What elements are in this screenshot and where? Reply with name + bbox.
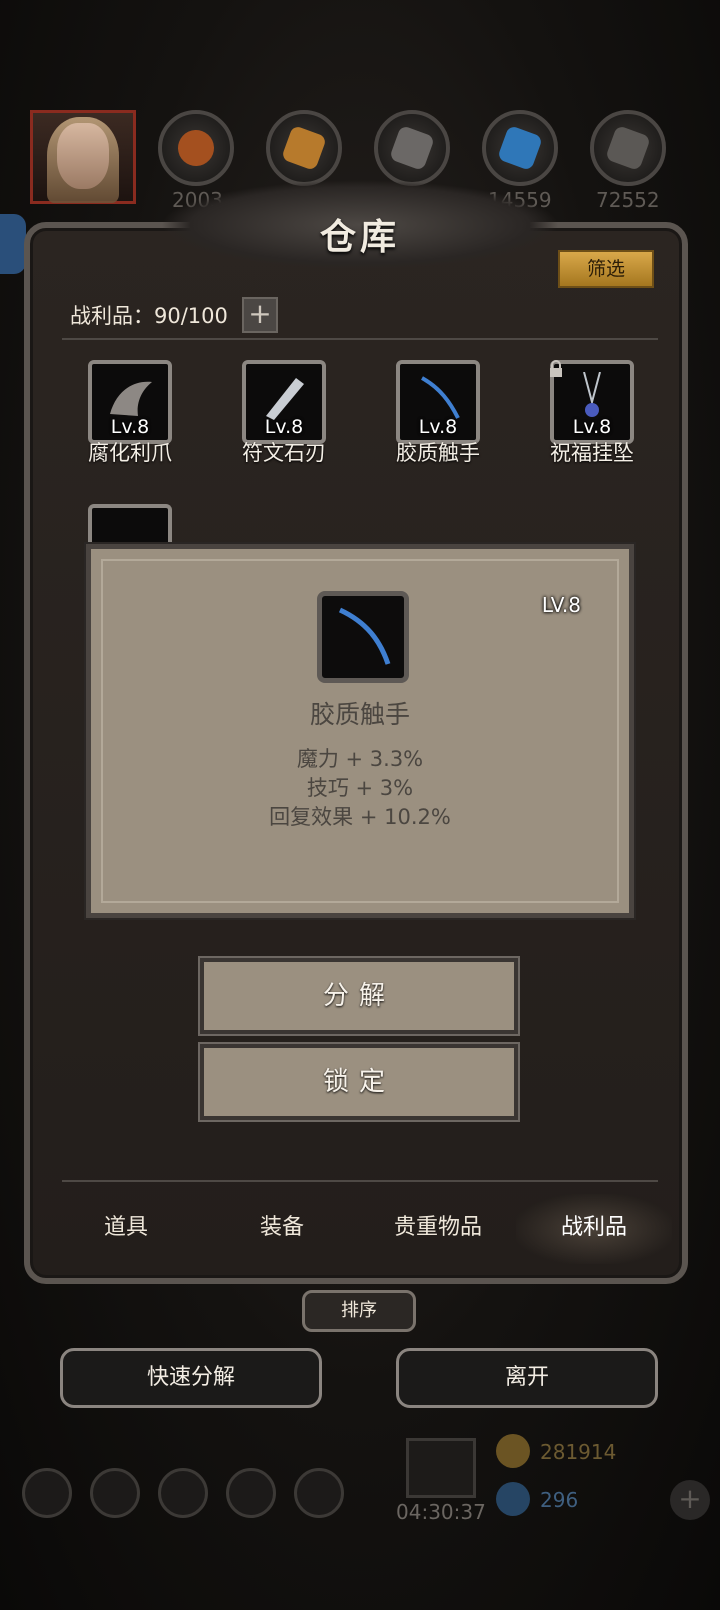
- expand-capacity-button[interactable]: +: [242, 297, 278, 333]
- leave-button[interactable]: 离开: [396, 1348, 658, 1408]
- item-name: 胶质触手: [396, 441, 480, 465]
- gem-amount: 296: [540, 1488, 579, 1512]
- resource-orb-2[interactable]: [266, 110, 342, 186]
- tab-items[interactable]: 道具: [48, 1194, 204, 1264]
- filter-button[interactable]: 筛选: [558, 250, 654, 288]
- detail-item-name: 胶质触手: [309, 700, 410, 729]
- resource-orb-5[interactable]: [590, 110, 666, 186]
- sort-button[interactable]: 排序: [302, 1290, 416, 1332]
- item-level: Lv.8: [110, 416, 150, 438]
- gem-icon: [496, 1482, 530, 1516]
- detail-stats: 魔力 + 3.3% 技巧 + 3% 回复效果 + 10.2%: [91, 745, 629, 832]
- decompose-button[interactable]: 分解: [198, 956, 520, 1036]
- item-slot[interactable]: Lv.8: [396, 360, 480, 444]
- tentacle-icon: [338, 607, 391, 665]
- item-slot-partial[interactable]: [88, 504, 172, 548]
- detail-item-icon: [317, 591, 409, 683]
- item-level: Lv.8: [264, 416, 304, 438]
- resource-orb-4[interactable]: [482, 110, 558, 186]
- item-name: 符文石刃: [242, 441, 326, 465]
- hud-book-icon[interactable]: [158, 1468, 208, 1518]
- divider: [62, 1180, 658, 1182]
- wood-icon: [280, 124, 328, 172]
- item-name: 祝福挂坠: [550, 441, 634, 465]
- gift-box-icon[interactable]: [406, 1438, 476, 1498]
- tab-loot[interactable]: 战利品: [516, 1194, 672, 1264]
- gold-amount: 281914: [540, 1440, 617, 1464]
- category-tabs: 道具 装备 贵重物品 战利品: [48, 1194, 672, 1264]
- ore-icon: [172, 124, 220, 172]
- item-level: Lv.8: [572, 416, 612, 438]
- tab-equipment[interactable]: 装备: [204, 1194, 360, 1264]
- divider: [62, 338, 658, 340]
- tab-valuables[interactable]: 贵重物品: [360, 1194, 516, 1264]
- add-currency-button[interactable]: +: [670, 1480, 710, 1520]
- item-detail-popup: LV.8 胶质触手 魔力 + 3.3% 技巧 + 3% 回复效果 + 10.2%: [84, 542, 636, 920]
- stat-line: 回复效果 + 10.2%: [269, 805, 451, 829]
- iron-icon: [604, 124, 652, 172]
- stone-icon: [388, 124, 436, 172]
- item-name: 腐化利爪: [88, 441, 172, 465]
- item-slot[interactable]: Lv.8: [242, 360, 326, 444]
- lock-button[interactable]: 锁定: [198, 1042, 520, 1122]
- quick-decompose-button[interactable]: 快速分解: [60, 1348, 322, 1408]
- gold-coin-icon: [496, 1434, 530, 1468]
- gift-timer: 04:30:37: [396, 1500, 486, 1524]
- detail-level: LV.8: [541, 593, 581, 617]
- item-slot[interactable]: Lv.8: [88, 360, 172, 444]
- resource-orb-1[interactable]: [158, 110, 234, 186]
- hud-star-icon[interactable]: [90, 1468, 140, 1518]
- hud-menu-icon[interactable]: [22, 1468, 72, 1518]
- hud-settings-icon[interactable]: [294, 1468, 344, 1518]
- loot-capacity: 战利品：90/100: [70, 304, 228, 328]
- stat-line: 魔力 + 3.3%: [296, 747, 424, 771]
- resource-orb-3[interactable]: [374, 110, 450, 186]
- crystal-icon: [496, 124, 544, 172]
- player-avatar[interactable]: [30, 110, 136, 204]
- lock-icon: [550, 360, 562, 377]
- stat-line: 技巧 + 3%: [306, 776, 414, 800]
- avatar-face: [57, 123, 109, 189]
- hud-mail-icon[interactable]: [226, 1468, 276, 1518]
- item-level: Lv.8: [418, 416, 458, 438]
